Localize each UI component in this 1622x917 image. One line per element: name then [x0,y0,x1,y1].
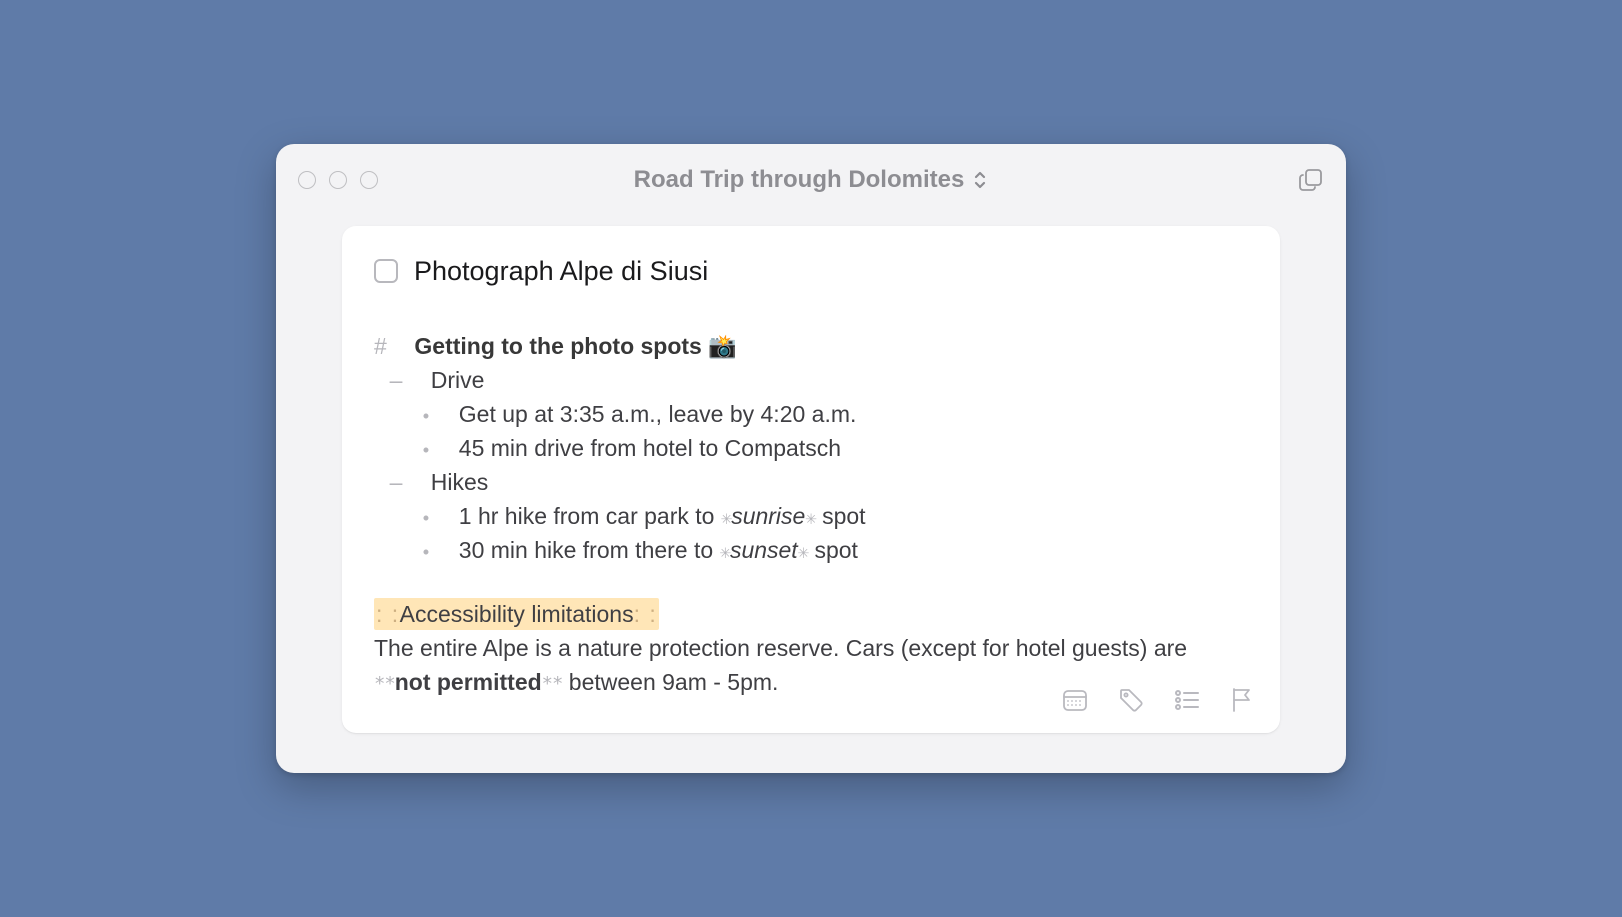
markdown-dash-marker: – [404,465,418,499]
note-body-post: between 9am - 5pm. [562,669,778,695]
tag-icon [1118,687,1144,713]
window-title-wrap[interactable]: Road Trip through Dolomites [276,166,1346,194]
markdown-emph-marker: ✳ [721,507,731,529]
highlight-row: : :Accessibility limitations: : [374,597,1248,631]
markdown-bullet-marker: • [436,504,446,531]
list-text-post: spot [816,503,866,529]
list-text-em: sunrise [731,503,805,529]
task-header: Photograph Alpe di Siusi [374,256,1248,287]
list-item: – Drive [404,363,1248,397]
markdown-bullet-marker: • [436,538,446,565]
note-heading: # Getting to the photo spots 📸 [374,329,1248,363]
markdown-emph-marker: ✳ [798,541,808,563]
list-item: • Get up at 3:35 a.m., leave by 4:20 a.m… [436,397,1248,431]
markdown-dash-marker: – [404,363,418,397]
highlight-text: Accessibility limitations [400,601,634,627]
close-window-button[interactable] [298,171,316,189]
task-title[interactable]: Photograph Alpe di Siusi [414,256,708,287]
markdown-highlight-marker: : : [634,601,658,627]
markdown-strong-marker: ** [374,673,395,695]
markdown-heading-marker: # [374,329,408,363]
list-text-pre: 1 hr hike from car park to [459,503,721,529]
list-item: • 1 hr hike from car park to ✳sunrise✳ s… [436,499,1248,533]
list-item: • 45 min drive from hotel to Compatsch [436,431,1248,465]
calendar-icon [1062,688,1088,712]
list-text: 45 min drive from hotel to Compatsch [459,435,841,461]
note-body-pre: The entire Alpe is a nature protection r… [374,635,1187,661]
markdown-strong-marker: ** [542,673,563,695]
checklist-icon [1174,689,1200,711]
list-label: Drive [431,367,485,393]
markdown-bullet-marker: • [436,402,446,429]
markdown-emph-marker: ✳ [720,541,730,563]
list-text: Get up at 3:35 a.m., leave by 4:20 a.m. [459,401,857,427]
titlebar: Road Trip through Dolomites [276,144,1346,216]
new-window-button[interactable] [1298,167,1324,193]
note-heading-text: Getting to the photo spots [414,333,701,359]
flag-icon [1230,687,1254,713]
checklist-button[interactable] [1174,687,1200,713]
task-card: Photograph Alpe di Siusi # Getting to th… [342,226,1280,733]
list-item: – Hikes [404,465,1248,499]
task-checkbox[interactable] [374,259,398,283]
camera-icon: 📸 [708,333,737,359]
list-text-pre: 30 min hike from there to [459,537,720,563]
markdown-bullet-marker: • [436,436,446,463]
note-body-strong: not permitted [395,669,542,695]
calendar-button[interactable] [1062,687,1088,713]
fullscreen-window-button[interactable] [360,171,378,189]
markdown-emph-marker: ✳ [805,507,815,529]
app-window: Road Trip through Dolomites [276,144,1346,773]
list-text-post: spot [808,537,858,563]
task-action-bar [1062,687,1254,713]
markdown-highlight-marker: : : [376,601,400,627]
updown-chevron-icon [972,169,988,191]
window-title: Road Trip through Dolomites [634,166,965,194]
window-controls [298,171,378,189]
tag-button[interactable] [1118,687,1144,713]
list-label: Hikes [431,469,489,495]
list-text-em: sunset [730,537,798,563]
list-item: • 30 min hike from there to ✳sunset✳ spo… [436,533,1248,567]
flag-button[interactable] [1230,687,1254,713]
task-notes[interactable]: # Getting to the photo spots 📸 – Drive •… [374,329,1248,699]
minimize-window-button[interactable] [329,171,347,189]
